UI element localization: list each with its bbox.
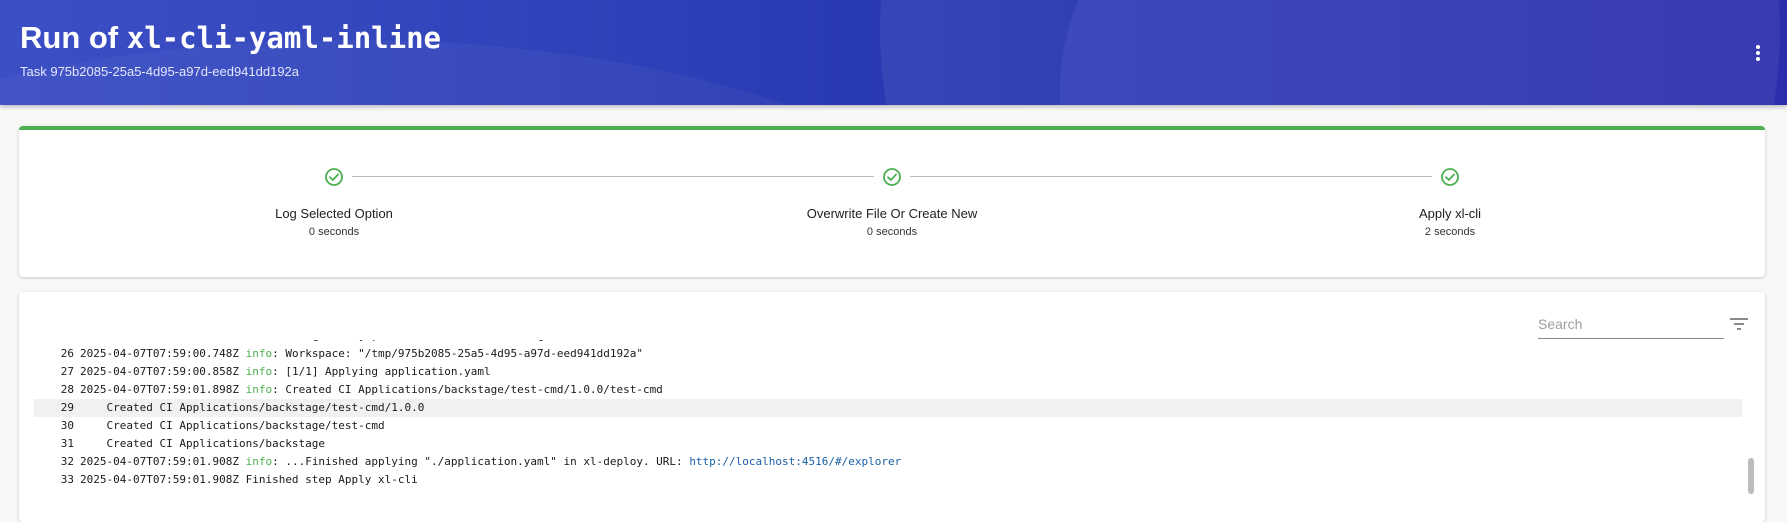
line-number: 33 bbox=[60, 473, 74, 486]
log-message: : Created CI Applications/backstage/test… bbox=[272, 383, 663, 396]
log-level: info bbox=[245, 365, 273, 378]
task-id: Task 975b2085-25a5-4d95-a97d-eed941dd192… bbox=[20, 64, 300, 79]
log-line: 28 2025-04-07T07:59:01.898Z info: Created… bbox=[34, 381, 1742, 399]
log-message: Finished step Apply xl-cli bbox=[245, 473, 418, 486]
page-title: Run of xl-cli-yaml-inline bbox=[20, 20, 441, 56]
log-line: 32 2025-04-07T07:59:01.908Z info: ...Fini… bbox=[34, 453, 1742, 471]
filter-list-icon[interactable] bbox=[1730, 317, 1748, 333]
line-number: 32 bbox=[60, 455, 74, 468]
step-duration: 0 seconds bbox=[866, 226, 918, 238]
check-circle-icon bbox=[1440, 167, 1460, 187]
step-label[interactable]: Overwrite File Or Create New bbox=[742, 206, 1042, 221]
page-title-prefix: Run of bbox=[20, 20, 127, 55]
progress-bar bbox=[19, 126, 1765, 130]
log-message: Created CI Applications/backstage/test-c… bbox=[80, 401, 425, 414]
log-message: Created CI Applications/backstage/test-c… bbox=[80, 419, 385, 432]
line-number: 27 bbox=[60, 365, 74, 378]
step-duration: 2 seconds bbox=[1424, 226, 1476, 238]
log-line: 29 Created CI Applications/backstage/tes… bbox=[34, 399, 1742, 417]
template-name: xl-cli-yaml-inline bbox=[126, 21, 442, 55]
header-decoration bbox=[1060, 0, 1787, 105]
stepper-card: Log Selected Option 0 seconds Overwrite Fi… bbox=[19, 126, 1765, 277]
log-line: 27 2025-04-07T07:59:00.858Z info: [1/1] A… bbox=[34, 363, 1742, 381]
log-message: : [1/1] Applying application.yaml bbox=[272, 365, 491, 378]
line-number: 30 bbox=[60, 419, 74, 432]
page-header: Run of xl-cli-yaml-inline Task 975b2085-… bbox=[0, 0, 1787, 105]
log-timestamp: 2025-04-07T07:59:00.858Z bbox=[80, 365, 246, 378]
log-link[interactable]: http://localhost:4516/#/explorer bbox=[689, 455, 901, 468]
log-line: 31 Created CI Applications/backstage bbox=[34, 435, 1742, 453]
log-lines: 25 2025-04-07T07:59:00.748Z info: Using … bbox=[34, 340, 1742, 520]
step-label[interactable]: Apply xl-cli bbox=[1300, 206, 1600, 221]
log-timestamp: 2025-04-07T07:59:01.898Z bbox=[80, 383, 246, 396]
log-line: 26 2025-04-07T07:59:00.748Z info: Workspa… bbox=[34, 345, 1742, 363]
log-level: info bbox=[245, 455, 273, 468]
scroll-thumb[interactable] bbox=[1748, 458, 1754, 494]
log-message: Created CI Applications/backstage bbox=[80, 437, 326, 450]
line-number: 31 bbox=[60, 437, 74, 450]
step-connector bbox=[910, 176, 1432, 177]
line-number: 26 bbox=[60, 347, 74, 360]
log-level: info bbox=[245, 383, 273, 396]
log-message: : ...Finished applying "./application.ya… bbox=[272, 455, 690, 468]
log-line: 33 2025-04-07T07:59:01.908Z Finished step… bbox=[34, 471, 1742, 489]
line-number: 28 bbox=[60, 383, 74, 396]
step-label[interactable]: Log Selected Option bbox=[184, 206, 484, 221]
log-message: : Workspace: "/tmp/975b2085-25a5-4d95-a9… bbox=[272, 347, 643, 360]
log-viewer: 25 2025-04-07T07:59:00.748Z info: Using … bbox=[19, 292, 1765, 522]
line-number: 29 bbox=[60, 401, 74, 414]
log-timestamp: 2025-04-07T07:59:01.908Z bbox=[80, 455, 246, 468]
check-circle-icon bbox=[882, 167, 902, 187]
more-vert-icon[interactable] bbox=[1748, 40, 1768, 66]
log-timestamp: 2025-04-07T07:59:01.908Z bbox=[80, 473, 246, 486]
search-input[interactable] bbox=[1538, 312, 1718, 336]
log-line: 30 Created CI Applications/backstage/tes… bbox=[34, 417, 1742, 435]
log-level: info bbox=[245, 347, 273, 360]
step-duration: 0 seconds bbox=[308, 226, 360, 238]
step-connector bbox=[352, 176, 874, 177]
log-search bbox=[1538, 312, 1724, 339]
check-circle-icon bbox=[324, 167, 344, 187]
log-scrollbar[interactable] bbox=[1745, 332, 1757, 522]
log-timestamp: 2025-04-07T07:59:00.748Z bbox=[80, 347, 246, 360]
